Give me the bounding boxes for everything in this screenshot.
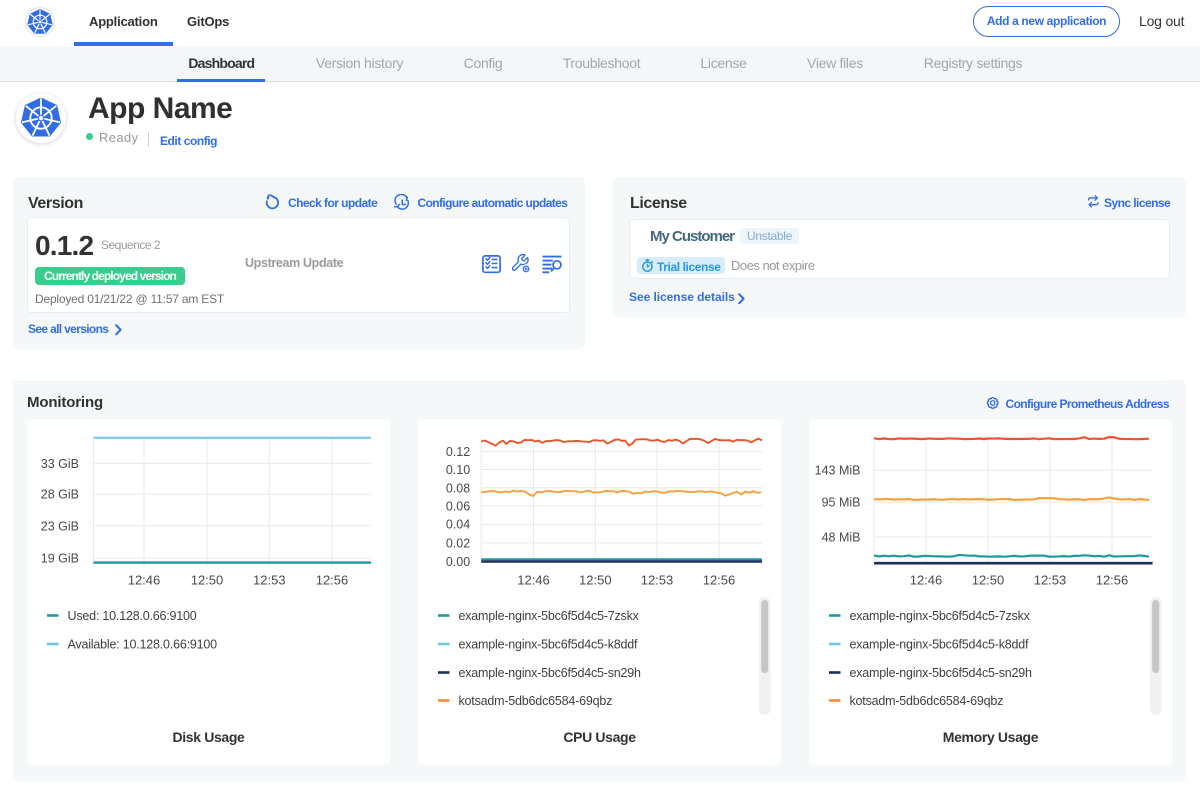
svg-text:12:46: 12:46 [910,573,943,588]
svg-text:23 GiB: 23 GiB [41,519,79,533]
svg-text:33 GiB: 33 GiB [41,457,79,471]
svg-text:example-nginx-5bc6f5d4c5-k8ddf: example-nginx-5bc6f5d4c5-k8ddf [850,638,1030,652]
svg-text:143 MiB: 143 MiB [815,464,861,478]
svg-text:example-nginx-5bc6f5d4c5-sn29h: example-nginx-5bc6f5d4c5-sn29h [850,666,1033,680]
svg-text:12:46: 12:46 [128,573,161,588]
svg-text:Used: 10.128.0.66:9100: Used: 10.128.0.66:9100 [68,609,197,623]
svg-text:12:53: 12:53 [641,573,674,588]
svg-text:28 GiB: 28 GiB [41,488,79,502]
svg-text:12:56: 12:56 [316,573,349,588]
svg-text:example-nginx-5bc6f5d4c5-7zskx: example-nginx-5bc6f5d4c5-7zskx [459,609,640,623]
svg-text:12:56: 12:56 [703,573,736,588]
svg-text:example-nginx-5bc6f5d4c5-7zskx: example-nginx-5bc6f5d4c5-7zskx [850,609,1031,623]
svg-text:0.08: 0.08 [446,481,470,495]
svg-text:example-nginx-5bc6f5d4c5-sn29h: example-nginx-5bc6f5d4c5-sn29h [459,666,642,680]
svg-text:example-nginx-5bc6f5d4c5-k8ddf: example-nginx-5bc6f5d4c5-k8ddf [459,638,639,652]
svg-text:12:56: 12:56 [1096,573,1129,588]
svg-text:0.10: 0.10 [446,463,470,477]
svg-text:kotsadm-5db6dc6584-69qbz: kotsadm-5db6dc6584-69qbz [459,694,613,708]
svg-text:12:50: 12:50 [972,573,1005,588]
svg-text:95 MiB: 95 MiB [822,496,861,510]
svg-text:Available: 10.128.0.66:9100: Available: 10.128.0.66:9100 [68,638,218,652]
svg-text:0.02: 0.02 [446,536,470,550]
svg-text:48 MiB: 48 MiB [822,530,861,544]
svg-text:12:53: 12:53 [253,573,286,588]
svg-text:12:50: 12:50 [191,573,224,588]
svg-text:kotsadm-5db6dc6584-69qbz: kotsadm-5db6dc6584-69qbz [850,694,1004,708]
svg-text:0.00: 0.00 [446,555,470,569]
svg-text:0.12: 0.12 [446,445,470,459]
svg-text:0.04: 0.04 [446,518,470,532]
svg-text:12:46: 12:46 [517,573,550,588]
svg-text:0.06: 0.06 [446,499,470,513]
svg-text:19 GiB: 19 GiB [41,552,79,566]
svg-text:12:50: 12:50 [579,573,612,588]
svg-text:12:53: 12:53 [1034,573,1067,588]
